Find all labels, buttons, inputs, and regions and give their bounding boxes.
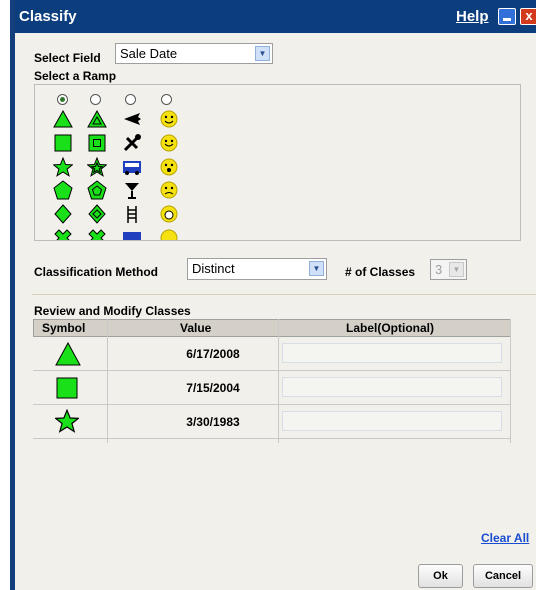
cancel-button[interactable]: Cancel (473, 564, 533, 588)
select-field-value: Sale Date (120, 46, 178, 61)
triangle-icon (53, 109, 73, 128)
bus-icon-2 (123, 232, 141, 240)
classify-dialog: Classify Help x Select Field Sale Date ▼… (15, 0, 536, 590)
table-header: Symbol Value Label(Optional) (33, 319, 511, 337)
classification-method-dropdown[interactable]: Distinct ▼ (187, 258, 327, 280)
table-cell-value: 3/30/1983 (186, 415, 240, 429)
page-left-margin (0, 0, 10, 590)
diamond-icon (54, 204, 72, 224)
smiley-shocked-icon (160, 205, 178, 223)
table-cell-value: 7/15/2004 (186, 381, 240, 395)
chevron-down-icon: ▼ (449, 262, 464, 277)
review-title: Review and Modify Classes (34, 304, 191, 318)
ramp-radio-4[interactable] (161, 94, 172, 105)
smiley-icon-6 (160, 229, 178, 240)
help-link[interactable]: Help (456, 8, 489, 25)
cocktail-icon (125, 183, 139, 199)
clear-all-link[interactable]: Clear All (481, 531, 529, 545)
table-row[interactable]: 3/30/1983 (33, 405, 511, 439)
label-input[interactable] (282, 343, 502, 363)
label-input[interactable] (282, 377, 502, 397)
airplane-icon (124, 113, 141, 125)
cross-outline-icon (88, 229, 106, 240)
smiley-happy-icon (160, 110, 178, 128)
column-header-symbol: Symbol (42, 321, 86, 335)
smiley-sad-icon (160, 181, 178, 199)
classification-method-label: Classification Method (34, 265, 159, 279)
smiley-grin-icon (160, 134, 178, 152)
bus-icon (123, 161, 141, 175)
column-header-label: Label(Optional) (346, 321, 434, 335)
ramp-radio-2[interactable] (90, 94, 101, 105)
ramp-radio-1[interactable] (57, 94, 68, 105)
pentagon-outline-icon (87, 180, 107, 200)
chevron-down-icon: ▼ (309, 261, 324, 276)
column-header-value: Value (180, 321, 212, 335)
num-classes-label: # of Classes (345, 265, 416, 279)
table-cell-value: 6/17/2008 (186, 347, 240, 361)
diamond-outline-icon (88, 204, 106, 224)
table-row[interactable]: 7/15/2004 (33, 371, 511, 405)
smiley-surprised-icon (160, 158, 178, 176)
pentagon-icon (53, 180, 73, 200)
select-ramp-label: Select a Ramp (34, 69, 117, 83)
ramp-radio-3[interactable] (125, 94, 136, 105)
select-field-dropdown[interactable]: Sale Date ▼ (115, 43, 273, 64)
star-icon (53, 157, 73, 177)
ladder-icon (127, 206, 137, 223)
triangle-outline-icon (87, 109, 107, 128)
title-bar: Classify Help x (15, 0, 536, 33)
tools-icon (123, 134, 141, 152)
select-field-label: Select Field (34, 51, 101, 65)
table-row[interactable]: 6/17/2008 (33, 337, 511, 371)
close-icon[interactable]: x (520, 8, 536, 25)
star-outline-icon (87, 157, 107, 177)
chevron-down-icon: ▼ (255, 46, 270, 61)
cross-icon (54, 229, 72, 240)
star-icon (55, 409, 79, 433)
divider (32, 294, 536, 295)
ok-button[interactable]: Ok (418, 564, 463, 588)
num-classes-value: 3 (435, 262, 443, 277)
label-input[interactable] (282, 411, 502, 431)
square-icon (54, 134, 72, 152)
classification-method-value: Distinct (192, 261, 235, 276)
minimize-icon[interactable] (498, 8, 516, 25)
num-classes-dropdown[interactable]: 3 ▼ (430, 259, 467, 280)
square-outline-icon (88, 134, 106, 152)
dialog-title: Classify (19, 8, 77, 25)
ramp-list[interactable] (34, 84, 521, 241)
square-icon (56, 377, 78, 399)
triangle-icon (55, 342, 81, 366)
